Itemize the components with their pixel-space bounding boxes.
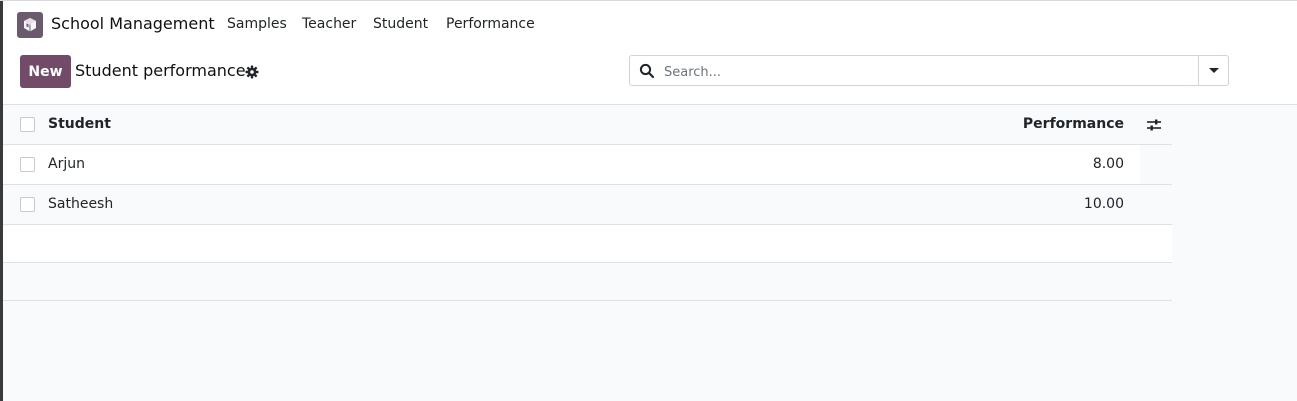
table-row[interactable]: Arjun 8.00	[3, 145, 1172, 185]
performance-cell: 8.00	[1092, 156, 1124, 172]
caret-down-icon	[1208, 68, 1219, 73]
sliders-icon[interactable]	[1146, 117, 1162, 133]
menu-item-teacher[interactable]: Teacher	[302, 16, 356, 32]
column-header-performance[interactable]: Performance	[1023, 116, 1124, 132]
control-panel: New Student performance	[3, 47, 1297, 105]
student-name-cell: Arjun	[48, 156, 85, 172]
row-filler	[1140, 145, 1172, 184]
empty-row	[3, 263, 1172, 301]
page-title: Student performance	[75, 61, 246, 80]
table-header-row: Student Performance	[3, 105, 1172, 145]
column-header-student[interactable]: Student	[48, 116, 111, 132]
new-button[interactable]: New	[20, 55, 71, 88]
search-box[interactable]	[629, 55, 1199, 86]
records-table: Student Performance Arjun 8.00 Satheesh …	[3, 105, 1172, 301]
row-checkbox[interactable]	[20, 157, 35, 172]
menu-item-samples[interactable]: Samples	[227, 16, 287, 32]
search-options-toggle[interactable]	[1199, 55, 1229, 86]
app-title[interactable]: School Management	[51, 14, 215, 33]
main-navbar: School Management Samples Teacher Studen…	[3, 1, 1297, 47]
list-view: Student Performance Arjun 8.00 Satheesh …	[3, 105, 1297, 401]
empty-row	[3, 225, 1172, 263]
select-all-checkbox[interactable]	[20, 117, 35, 132]
student-name-cell: Satheesh	[48, 196, 114, 212]
search-input[interactable]	[662, 61, 1186, 83]
app-cube-icon[interactable]	[17, 12, 43, 38]
table-row[interactable]: Satheesh 10.00	[3, 185, 1172, 225]
menu-item-student[interactable]: Student	[373, 16, 428, 32]
row-filler	[1140, 185, 1172, 224]
search-icon	[639, 63, 655, 79]
performance-cell: 10.00	[1083, 196, 1124, 212]
row-checkbox[interactable]	[20, 197, 35, 212]
menu-item-performance[interactable]: Performance	[446, 16, 535, 32]
gear-icon[interactable]	[245, 64, 259, 79]
